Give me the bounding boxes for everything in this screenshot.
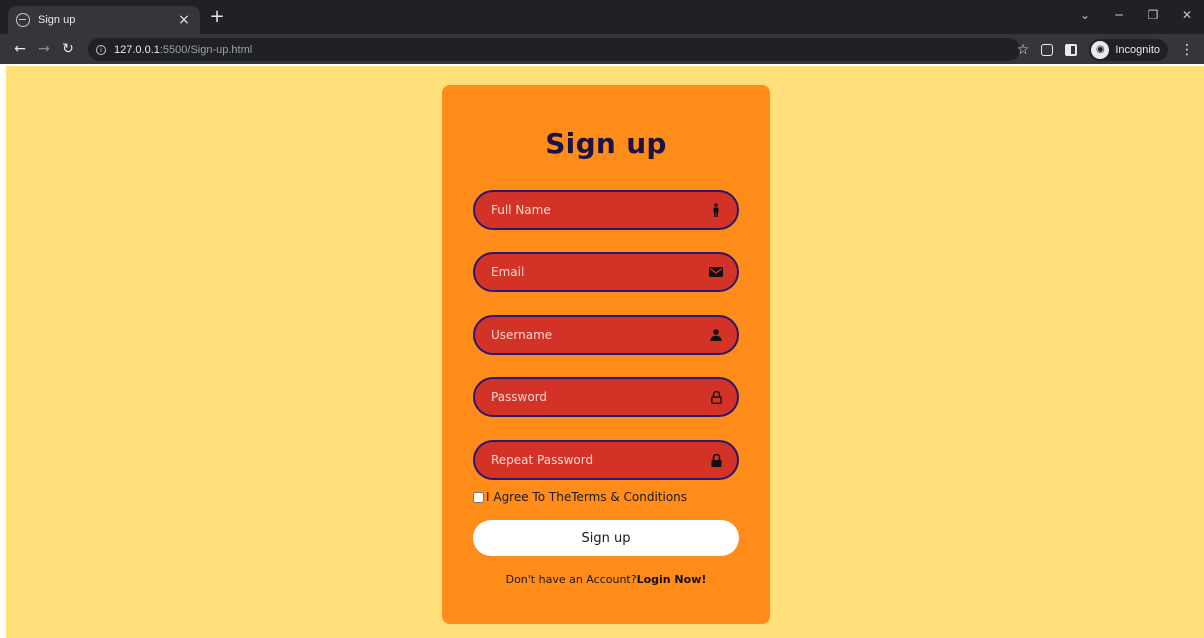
browser-tab[interactable]: Sign up ×: [8, 6, 200, 34]
browser-toolbar: ← → ↻ i 127.0.0.1 :5500/Sign-up.html ☆ ◉…: [0, 34, 1204, 64]
bookmark-star-icon[interactable]: ☆: [1017, 42, 1030, 58]
user-icon: [709, 328, 723, 342]
back-icon[interactable]: ←: [8, 41, 32, 57]
page-title: Sign up: [545, 127, 667, 160]
extensions-icon[interactable]: [1041, 43, 1054, 56]
tab-close-button[interactable]: ×: [176, 12, 192, 28]
email-input[interactable]: [491, 265, 709, 279]
url-path: :5500/Sign-up.html: [159, 43, 253, 56]
username-field[interactable]: [473, 315, 739, 355]
tab-search-icon[interactable]: ⌄: [1068, 0, 1102, 30]
login-prompt: Don't have an Account?Login Now!: [442, 573, 770, 586]
minimize-button[interactable]: ─: [1102, 0, 1136, 30]
password-field[interactable]: [473, 377, 739, 417]
full-name-input[interactable]: [491, 203, 709, 217]
browser-tab-bar: Sign up × + ⌄ ─ ❐ ✕: [0, 0, 1204, 34]
signup-card: Sign up Full Name Email Username I Agree…: [442, 85, 770, 624]
lock-open-icon: [709, 390, 723, 404]
restore-button[interactable]: ❐: [1136, 0, 1170, 30]
sign-up-button[interactable]: Sign up: [473, 520, 739, 556]
close-window-button[interactable]: ✕: [1170, 0, 1204, 30]
email-field[interactable]: [473, 252, 739, 292]
incognito-label: Incognito: [1115, 43, 1160, 56]
terms-checkbox[interactable]: [473, 491, 484, 503]
no-account-text: Don't have an Account?: [505, 573, 637, 586]
info-icon[interactable]: i: [96, 44, 106, 55]
incognito-icon: ◉: [1091, 40, 1110, 59]
terms-agreement[interactable]: I Agree To TheTerms & Conditions: [473, 490, 687, 504]
menu-kebab-icon[interactable]: ⋮: [1180, 42, 1194, 58]
toolbar-right: ☆ ◉ Incognito ⋮: [1017, 38, 1194, 61]
page-background: Sign up Full Name Email Username I Agree…: [6, 66, 1204, 638]
username-input[interactable]: [491, 328, 709, 342]
envelope-icon: [709, 265, 723, 279]
lock-icon: [709, 453, 723, 467]
side-panel-icon[interactable]: [1065, 43, 1078, 56]
repeat-password-field[interactable]: [473, 440, 739, 480]
terms-label: I Agree To TheTerms & Conditions: [486, 490, 688, 504]
url-host: 127.0.0.1: [114, 43, 160, 56]
new-tab-button[interactable]: +: [208, 8, 226, 26]
password-input[interactable]: [491, 390, 709, 404]
full-name-field[interactable]: [473, 190, 739, 230]
forward-icon[interactable]: →: [32, 41, 56, 57]
window-controls: ⌄ ─ ❐ ✕: [1068, 0, 1204, 30]
tab-title: Sign up: [38, 14, 76, 26]
reload-icon[interactable]: ↻: [56, 41, 80, 57]
repeat-password-input[interactable]: [491, 453, 709, 467]
globe-icon: [16, 13, 30, 27]
incognito-badge[interactable]: ◉ Incognito: [1089, 38, 1168, 61]
login-now-link[interactable]: Login Now!: [637, 573, 707, 586]
person-icon: [709, 203, 723, 217]
address-bar[interactable]: i 127.0.0.1 :5500/Sign-up.html: [88, 38, 1020, 61]
